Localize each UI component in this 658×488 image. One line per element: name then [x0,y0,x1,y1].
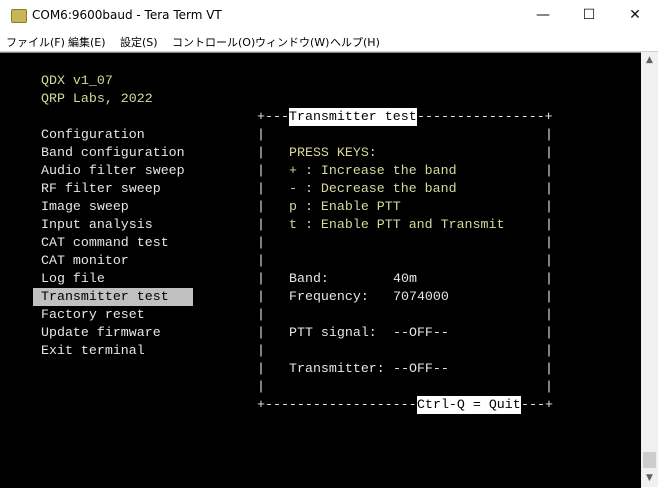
box-border-right: | [545,127,553,142]
vertical-scrollbar[interactable]: ▲ ▼ [641,52,658,487]
frequency-label: Frequency: [289,289,369,304]
ptt-signal-value: --OFF-- [393,325,449,340]
box-border-right: | [545,181,553,196]
menu-option[interactable]: Exit terminal [41,342,145,360]
key-help-line: - : Decrease the band [289,181,457,196]
box-border-left: | [257,181,265,196]
box-border-right: | [545,361,553,376]
box-border-left: | [257,235,265,250]
box-border-right: | [545,271,553,286]
menu-setup[interactable]: 設定(S) [120,34,158,50]
terminal-screen[interactable]: QDX v1_07 QRP Labs, 2022 Configuration Band… [0,52,641,488]
menu-option-selected[interactable]: Transmitter test [33,288,193,306]
window-title: COM6:9600baud - Tera Term VT [32,8,222,22]
box-border-left: | [257,343,265,358]
ptt-signal-label: PTT signal: [289,325,377,340]
box-border-right: | [545,235,553,250]
menu-option[interactable]: Input analysis [41,216,153,234]
box-border-left: | [257,271,265,286]
menu-option[interactable]: Configuration [41,126,145,144]
menu-edit[interactable]: 編集(E) [68,34,106,50]
menu-option[interactable]: Band configuration [41,144,185,162]
firmware-version: QDX v1_07 [41,73,113,88]
transmitter-label: Transmitter: [289,361,385,376]
box-border-right: | [545,253,553,268]
menu-option[interactable]: RF filter sweep [41,180,161,198]
close-button[interactable]: ✕ [612,0,658,31]
band-label: Band: [289,271,329,286]
box-border-left: | [257,289,265,304]
box-border-left: | [257,325,265,340]
menu-bar: ファイル(F) 編集(E) 設定(S) コントロール(O) ウィンドウ(W) ヘ… [0,31,658,52]
box-border-right: | [545,199,553,214]
box-title: Transmitter test [289,108,417,126]
band-value: 40m [393,271,417,286]
box-border-right: | [545,145,553,160]
box-border-left: | [257,307,265,322]
key-help-line: p : Enable PTT [289,199,401,214]
menu-option[interactable]: CAT monitor [41,252,129,270]
menu-option[interactable]: Factory reset [41,306,145,324]
tera-term-app-icon [11,9,27,23]
quit-hint: Ctrl-Q = Quit [417,396,521,414]
scroll-thumb[interactable] [643,452,656,468]
menu-file[interactable]: ファイル(F) [6,34,65,50]
menu-option[interactable]: Image sweep [41,198,129,216]
box-border-left: | [257,163,265,178]
box-border-left: | [257,145,265,160]
transmitter-value: --OFF-- [393,361,449,376]
box-border-right: | [545,325,553,340]
box-border-left: | [257,217,265,232]
minimize-button[interactable]: — [520,0,566,31]
scroll-up-icon[interactable]: ▲ [641,52,658,69]
box-border-top-left: +--- [257,109,289,124]
menu-control[interactable]: コントロール(O) [172,34,255,50]
box-border-left: | [257,361,265,376]
box-border-top: ----------------+ [417,109,553,124]
box-border-right: | [545,379,553,394]
menu-option[interactable]: Audio filter sweep [41,162,185,180]
scroll-down-icon[interactable]: ▼ [641,470,658,487]
box-border-right: | [545,163,553,178]
title-bar: COM6:9600baud - Tera Term VT — ☐ ✕ [0,0,658,31]
menu-option[interactable]: Log file [41,270,105,288]
maximize-button[interactable]: ☐ [566,0,612,31]
box-border-left: | [257,379,265,394]
box-border-right: | [545,307,553,322]
key-help-line: + : Increase the band [289,163,457,178]
box-border-left: | [257,253,265,268]
menu-help[interactable]: ヘルプ(H) [330,34,380,50]
menu-option[interactable]: Update firmware [41,324,161,342]
menu-option[interactable]: CAT command test [41,234,169,252]
box-border-left: | [257,127,265,142]
key-help-line: t : Enable PTT and Transmit [289,217,505,232]
box-border-right: | [545,343,553,358]
box-border-right: | [545,217,553,232]
box-border-bottom-right: ---+ [521,397,553,412]
menu-window[interactable]: ウィンドウ(W) [255,34,329,50]
frequency-value: 7074000 [393,289,449,304]
box-border-right: | [545,289,553,304]
copyright: QRP Labs, 2022 [41,91,153,106]
box-border-bottom: +------------------- [257,397,417,412]
box-border-left: | [257,199,265,214]
press-keys-heading: PRESS KEYS: [289,145,377,160]
